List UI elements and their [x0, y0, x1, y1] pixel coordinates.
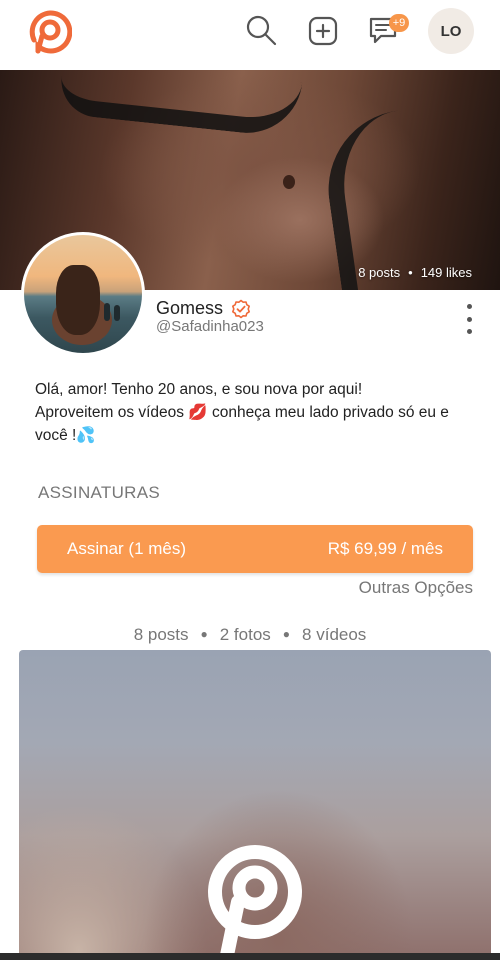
- avatar-detail: [56, 265, 100, 335]
- subscribe-button-price: R$ 69,99 / mês: [327, 539, 443, 558]
- profile-name: Gomess: [156, 298, 224, 318]
- posts-count: 8 posts: [358, 265, 401, 280]
- messages-badge: +9: [389, 14, 409, 32]
- content-counts: 8 posts ● 2 fotos ● 8 vídeos: [0, 625, 500, 645]
- counts-separator: ●: [200, 627, 208, 641]
- stats-separator: •: [408, 265, 413, 280]
- profile-bio: Olá, amor! Tenho 20 anos, e sou nova por…: [35, 378, 475, 447]
- bio-line: Aproveitem os vídeos 💋 conheça meu lado …: [35, 404, 449, 444]
- other-options-link[interactable]: Outras Opções: [359, 578, 473, 598]
- profile-name-row: Gomess: [156, 298, 251, 319]
- search-icon[interactable]: [245, 14, 277, 46]
- bottom-bar: [0, 953, 500, 960]
- photos-tab[interactable]: 2 fotos: [220, 625, 271, 644]
- profile-avatar[interactable]: [21, 232, 145, 356]
- posts-tab[interactable]: 8 posts: [134, 625, 189, 644]
- more-options-icon[interactable]: [460, 304, 478, 334]
- bio-line: Olá, amor! Tenho 20 anos, e sou nova por…: [35, 381, 363, 398]
- cover-detail: [283, 175, 295, 189]
- videos-tab[interactable]: 8 vídeos: [302, 625, 366, 644]
- avatar-detail: [114, 305, 120, 321]
- avatar-detail: [104, 303, 110, 321]
- brand-logo-icon: [208, 845, 302, 960]
- verified-badge-icon: [232, 299, 251, 318]
- top-bar: +9 LO: [0, 0, 500, 70]
- subscriptions-heading: ASSINATURAS: [38, 483, 161, 502]
- cover-detail: [57, 70, 303, 139]
- profile-stats: 8 posts • 149 likes: [358, 265, 472, 280]
- likes-count: 149 likes: [420, 265, 472, 280]
- cover-detail: [318, 100, 498, 290]
- profile-handle: @Safadinha023: [156, 318, 264, 335]
- locked-media-preview[interactable]: [19, 650, 491, 960]
- user-avatar-button[interactable]: LO: [428, 8, 474, 54]
- counts-separator: ●: [282, 627, 291, 641]
- plus-square-icon[interactable]: [307, 15, 339, 47]
- subscribe-button-label: Assinar (1 mês): [67, 539, 187, 558]
- subscribe-button[interactable]: Assinar (1 mês) R$ 69,99 / mês: [37, 525, 473, 573]
- brand-logo-icon[interactable]: [28, 10, 72, 54]
